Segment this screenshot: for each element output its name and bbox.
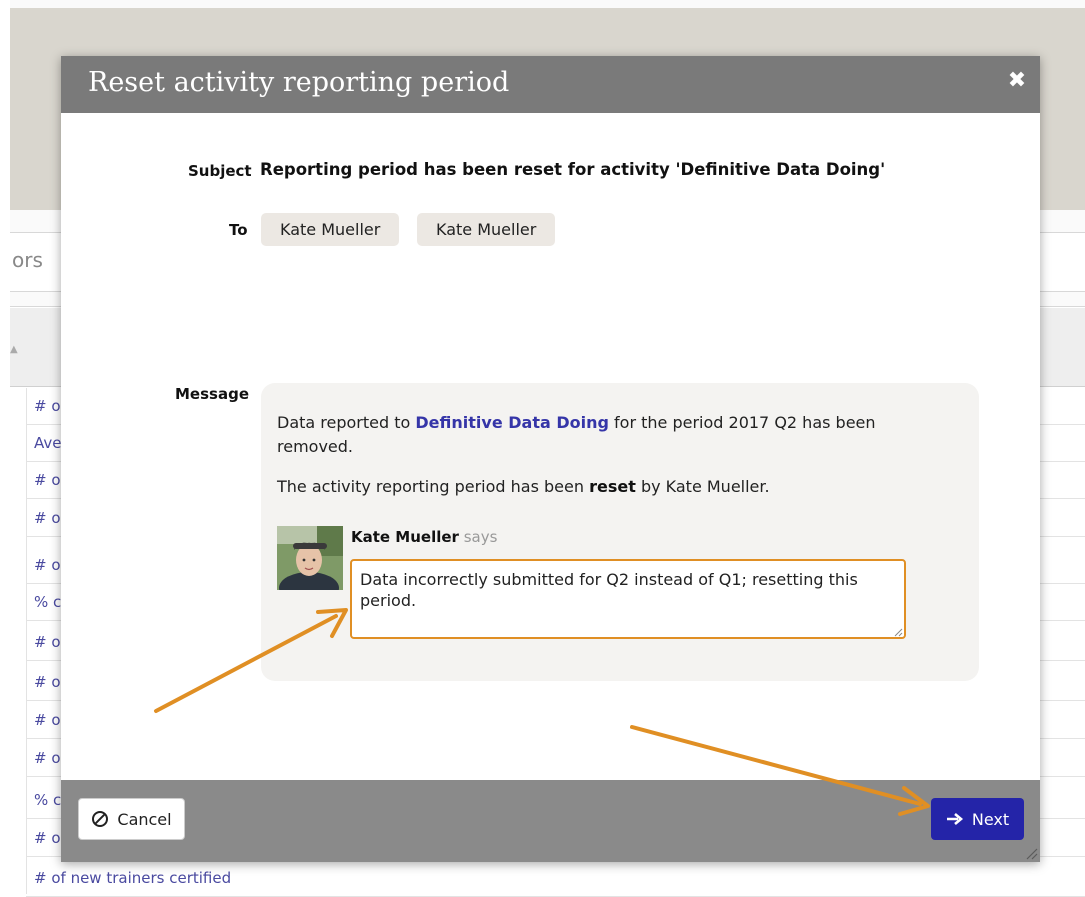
comment-input[interactable]: Data incorrectly submitted for Q2 instea… bbox=[350, 559, 906, 639]
message-line-2: The activity reporting period has been r… bbox=[277, 475, 770, 498]
indicator-row[interactable]: # of new trainers certified bbox=[26, 860, 1085, 897]
background-table-gutter bbox=[10, 388, 27, 894]
recipient-chip[interactable]: Kate Mueller bbox=[417, 213, 556, 246]
avatar bbox=[277, 526, 343, 590]
message-label: Message bbox=[175, 385, 249, 403]
comment-author: Kate Mueller says bbox=[351, 528, 497, 546]
message-line-1: Data reported to Definitive Data Doing f… bbox=[277, 411, 876, 434]
ban-icon bbox=[92, 811, 109, 827]
reset-period-dialog: Reset activity reporting period ✖ Subjec… bbox=[61, 56, 1040, 862]
resize-grip-icon[interactable] bbox=[893, 627, 903, 637]
dialog-resize-icon[interactable] bbox=[1024, 846, 1038, 860]
message-box: Data reported to Definitive Data Doing f… bbox=[261, 383, 979, 681]
sort-icon[interactable]: ▲ bbox=[10, 344, 18, 355]
message-text: The activity reporting period has been bbox=[277, 477, 590, 496]
recipient-chip[interactable]: Kate Mueller bbox=[261, 213, 400, 246]
to-label: To bbox=[229, 221, 248, 239]
cancel-button[interactable]: Cancel bbox=[78, 798, 185, 840]
subject-value: Reporting period has been reset for acti… bbox=[260, 160, 886, 179]
author-says: says bbox=[463, 528, 498, 546]
dialog-footer: Cancel Next bbox=[61, 780, 1040, 862]
cancel-label: Cancel bbox=[117, 809, 172, 829]
reset-keyword: reset bbox=[589, 477, 636, 496]
author-name: Kate Mueller bbox=[351, 528, 459, 546]
next-label: Next bbox=[971, 809, 1010, 829]
background-left-strip bbox=[0, 0, 10, 894]
next-button[interactable]: Next bbox=[931, 798, 1024, 840]
avatar-photo bbox=[277, 526, 343, 590]
background-tab-label[interactable]: ors bbox=[12, 248, 43, 272]
activity-link[interactable]: Definitive Data Doing bbox=[415, 413, 609, 432]
subject-label: Subject bbox=[188, 162, 252, 180]
message-text: for the period 2017 Q2 has been bbox=[608, 413, 876, 432]
message-text: by Kate Mueller. bbox=[635, 477, 770, 496]
dialog-title: Reset activity reporting period bbox=[88, 67, 510, 98]
arrow-right-icon bbox=[946, 813, 963, 825]
message-line-1-wrap: removed. bbox=[277, 437, 353, 456]
close-icon[interactable]: ✖ bbox=[1006, 70, 1028, 92]
dialog-header: Reset activity reporting period ✖ bbox=[61, 56, 1040, 113]
message-text: Data reported to bbox=[277, 413, 416, 432]
